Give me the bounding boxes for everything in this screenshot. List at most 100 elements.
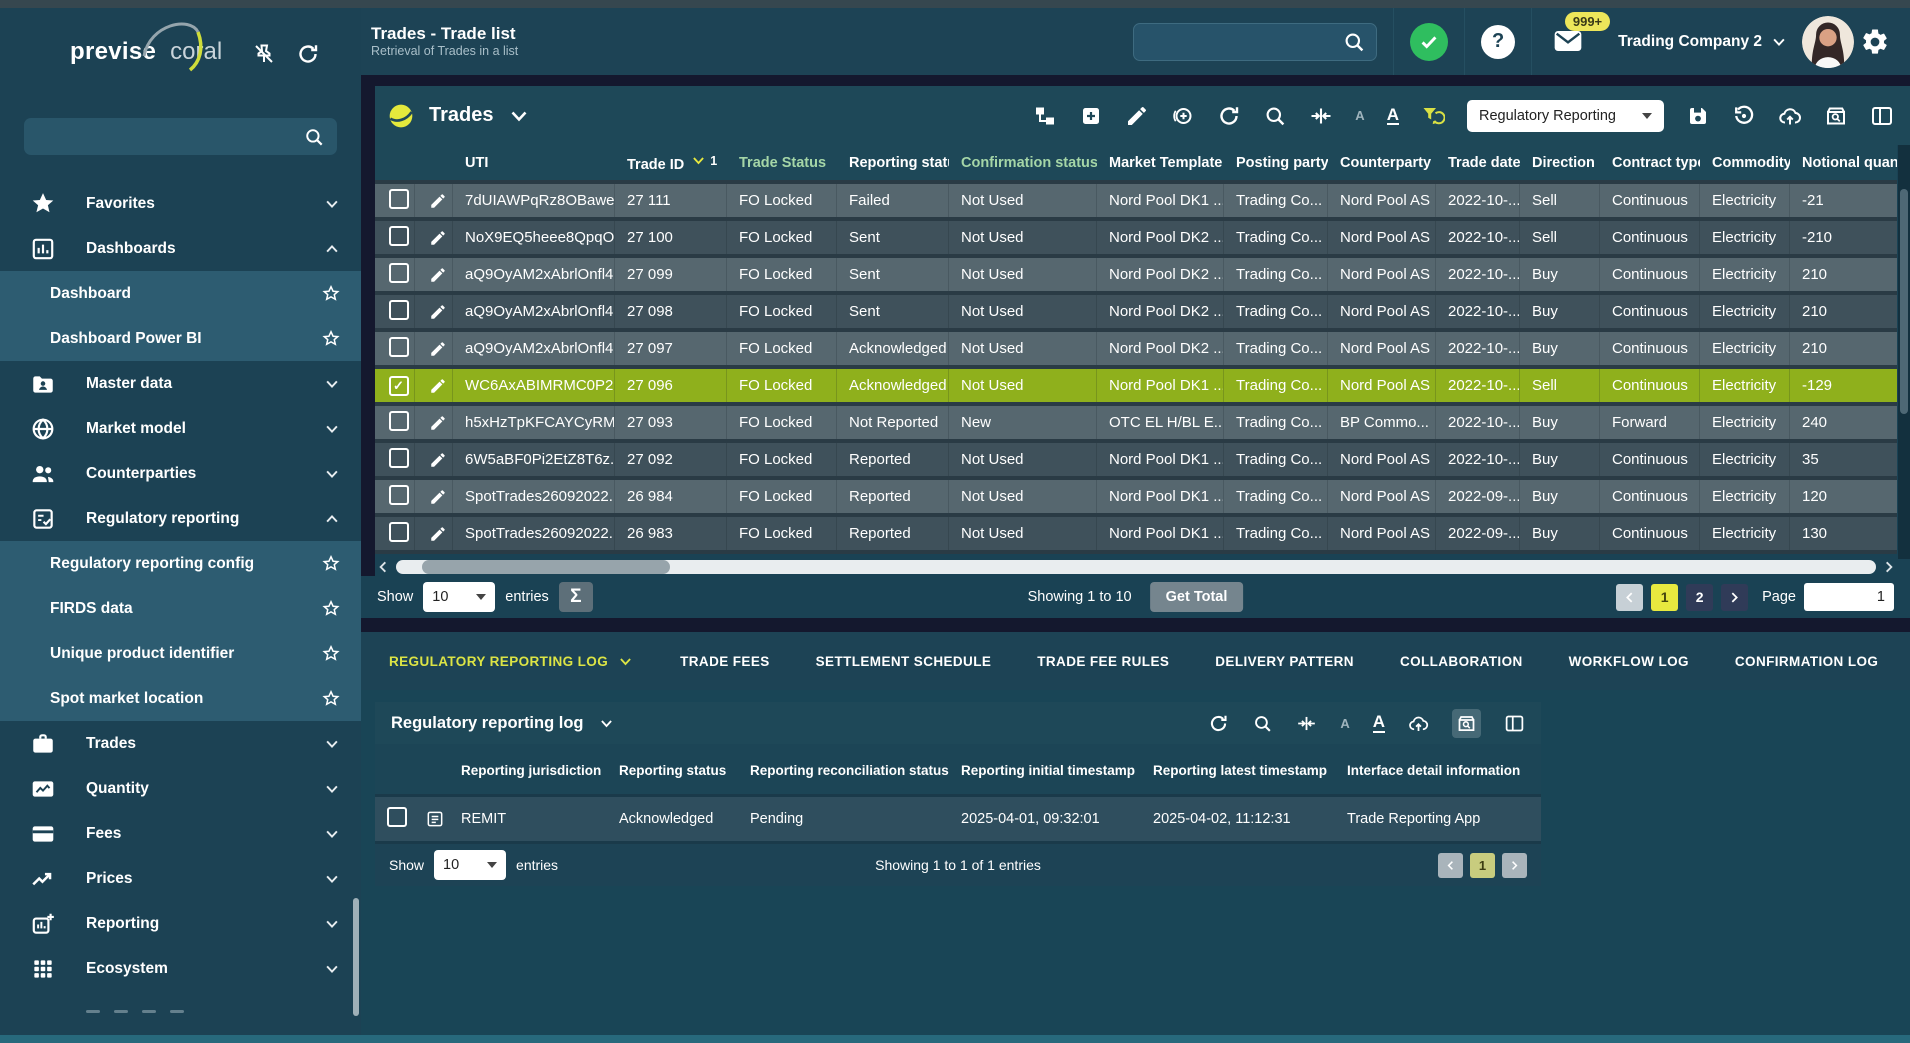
edit-row-icon[interactable] <box>429 524 447 541</box>
row-checkbox-checked[interactable]: ✓ <box>389 376 409 396</box>
notifications-button[interactable]: 999+ <box>1548 25 1588 59</box>
column-header-reporting-initial-timestamp[interactable]: Reporting initial timestamp <box>951 744 1143 796</box>
page-size-select[interactable]: 10 <box>423 582 495 612</box>
fit-columns-icon[interactable] <box>1309 104 1333 128</box>
star-icon[interactable] <box>321 644 341 664</box>
edit-row-icon[interactable] <box>429 265 447 282</box>
help-button[interactable]: ? <box>1481 25 1515 59</box>
column-header-counterparty[interactable]: Counterparty <box>1328 145 1436 180</box>
column-header-confirmation-status[interactable]: Confirmation status <box>949 145 1097 180</box>
row-checkbox[interactable] <box>387 807 407 827</box>
save-icon[interactable] <box>1686 104 1710 128</box>
table-row[interactable]: REMITAcknowledgedPending2025-04-01, 09:3… <box>375 797 1541 841</box>
edit-row-icon[interactable] <box>429 413 447 430</box>
sidebar-item-firds-data[interactable]: FIRDS data <box>0 586 361 631</box>
refresh-icon[interactable] <box>1217 104 1241 128</box>
column-header-market-template[interactable]: Market Template <box>1097 145 1224 180</box>
table-row[interactable]: 7dUIAWPqRz8OBawe...27 111FO LockedFailed… <box>375 184 1897 217</box>
hierarchy-icon[interactable] <box>1033 104 1057 128</box>
pin-off-icon[interactable] <box>252 42 276 66</box>
table-row[interactable]: h5xHzTpKFCAYCyRM...27 093FO LockedNot Re… <box>375 406 1897 439</box>
page-number-input[interactable]: 1 <box>1804 583 1894 611</box>
search-icon[interactable] <box>1252 713 1273 734</box>
next-page-button[interactable] <box>1721 584 1748 611</box>
edit-row-icon[interactable] <box>429 487 447 504</box>
vertical-scrollbar-thumb[interactable] <box>1900 189 1908 414</box>
table-row[interactable]: aQ9OyAM2xAbrlOnfl4...27 098FO LockedSent… <box>375 295 1897 328</box>
page-1-button[interactable]: 1 <box>1470 853 1495 878</box>
table-row[interactable]: 6W5aBF0Pi2EtZ8T6z...27 092FO LockedRepor… <box>375 443 1897 476</box>
sidebar-item-unique-product-identifier[interactable]: Unique product identifier <box>0 631 361 676</box>
table-row[interactable]: aQ9OyAM2xAbrlOnfl4...27 099FO LockedSent… <box>375 258 1897 291</box>
table-row[interactable]: aQ9OyAM2xAbrlOnfl4...27 097FO LockedAckn… <box>375 332 1897 365</box>
sidebar-item-dashboard-power-bi[interactable]: Dashboard Power BI <box>0 316 361 361</box>
sidebar-item-market-model[interactable]: Market model <box>0 406 361 451</box>
column-header-reporting-status[interactable]: Reporting status <box>837 145 949 180</box>
history-icon[interactable] <box>1732 104 1756 128</box>
tab-workflow-log[interactable]: WORKFLOW LOG <box>1569 654 1689 669</box>
font-underline-icon[interactable]: A <box>1387 106 1399 126</box>
prev-page-button[interactable] <box>1616 584 1643 611</box>
next-page-button[interactable] <box>1502 853 1527 878</box>
company-selector[interactable]: Trading Company 2 <box>1618 33 1788 51</box>
layout-columns-icon[interactable] <box>1870 104 1894 128</box>
horizontal-scrollbar-thumb[interactable] <box>422 560 670 574</box>
sidebar-item-regulatory-reporting-config[interactable]: Regulatory reporting config <box>0 541 361 586</box>
tab-collaboration[interactable]: COLLABORATION <box>1400 654 1523 669</box>
log-page-size-select[interactable]: 10 <box>434 850 506 880</box>
sidebar-item-prices[interactable]: Prices <box>0 856 361 901</box>
layout-columns-icon[interactable] <box>1504 713 1525 734</box>
user-avatar[interactable] <box>1802 16 1854 68</box>
get-total-button[interactable]: Get Total <box>1150 582 1244 612</box>
row-checkbox[interactable] <box>389 411 409 431</box>
sidebar-item-master-data[interactable]: Master data <box>0 361 361 406</box>
column-header-notional-quant[interactable]: Notional quant <box>1790 145 1897 180</box>
sidebar-item-fees[interactable]: Fees <box>0 811 361 856</box>
row-checkbox[interactable] <box>389 485 409 505</box>
tab-regulatory-reporting-log[interactable]: REGULATORY REPORTING LOG <box>389 653 634 670</box>
view-select[interactable]: Regulatory Reporting <box>1467 100 1664 132</box>
star-icon[interactable] <box>321 689 341 709</box>
star-icon[interactable] <box>321 329 341 349</box>
refresh-icon[interactable] <box>1208 713 1229 734</box>
cloud-upload-icon[interactable] <box>1778 104 1802 128</box>
column-header-direction[interactable]: Direction <box>1520 145 1600 180</box>
star-icon[interactable] <box>321 284 341 304</box>
column-header-interface-detail-information[interactable]: Interface detail information <box>1337 744 1541 796</box>
sidebar-item-regulatory-reporting[interactable]: Regulatory reporting <box>0 496 361 541</box>
column-header-trade-date[interactable]: Trade date <box>1436 145 1520 180</box>
duplicate-icon[interactable] <box>1171 104 1195 128</box>
row-checkbox[interactable] <box>389 300 409 320</box>
row-checkbox[interactable] <box>389 263 409 283</box>
table-row[interactable]: ✓WC6AxABIMRMC0P2...27 096FO LockedAcknow… <box>375 369 1897 402</box>
column-header-reporting-status[interactable]: Reporting status <box>609 744 740 796</box>
edit-row-icon[interactable] <box>429 376 447 393</box>
sidebar-scrollbar[interactable] <box>353 898 359 1016</box>
settings-button[interactable] <box>1860 27 1890 57</box>
row-checkbox[interactable] <box>389 448 409 468</box>
edit-row-icon[interactable] <box>429 450 447 467</box>
row-checkbox[interactable] <box>389 189 409 209</box>
edit-row-icon[interactable] <box>429 191 447 208</box>
scroll-left-icon[interactable] <box>375 559 391 575</box>
sidebar-item-reporting[interactable]: Reporting <box>0 901 361 946</box>
vertical-scrollbar[interactable] <box>1898 145 1910 559</box>
row-checkbox[interactable] <box>389 226 409 246</box>
table-row[interactable]: SpotTrades26092022...26 984FO LockedRepo… <box>375 480 1897 513</box>
page-2-button[interactable]: 2 <box>1686 584 1713 611</box>
font-small-icon[interactable]: A <box>1340 716 1349 731</box>
edit-row-icon[interactable] <box>429 302 447 319</box>
edit-row-icon[interactable] <box>429 228 447 245</box>
column-header-posting-party[interactable]: Posting party <box>1224 145 1328 180</box>
sidebar-search-input[interactable] <box>24 118 337 155</box>
horizontal-scrollbar-track[interactable] <box>396 560 1876 574</box>
font-small-icon[interactable]: A <box>1355 108 1364 123</box>
column-header-trade-status[interactable]: Trade Status <box>727 145 837 180</box>
tab-trade-fee-rules[interactable]: TRADE FEE RULES <box>1037 654 1169 669</box>
cloud-upload-icon[interactable] <box>1408 713 1429 734</box>
column-header-reporting-jurisdiction[interactable]: Reporting jurisdiction <box>451 744 609 796</box>
saved-search-highlight[interactable] <box>1452 709 1481 738</box>
sidebar-item-ecosystem[interactable]: Ecosystem <box>0 946 361 991</box>
sidebar-item-dashboards[interactable]: Dashboards <box>0 226 361 271</box>
add-square-icon[interactable] <box>1079 104 1103 128</box>
